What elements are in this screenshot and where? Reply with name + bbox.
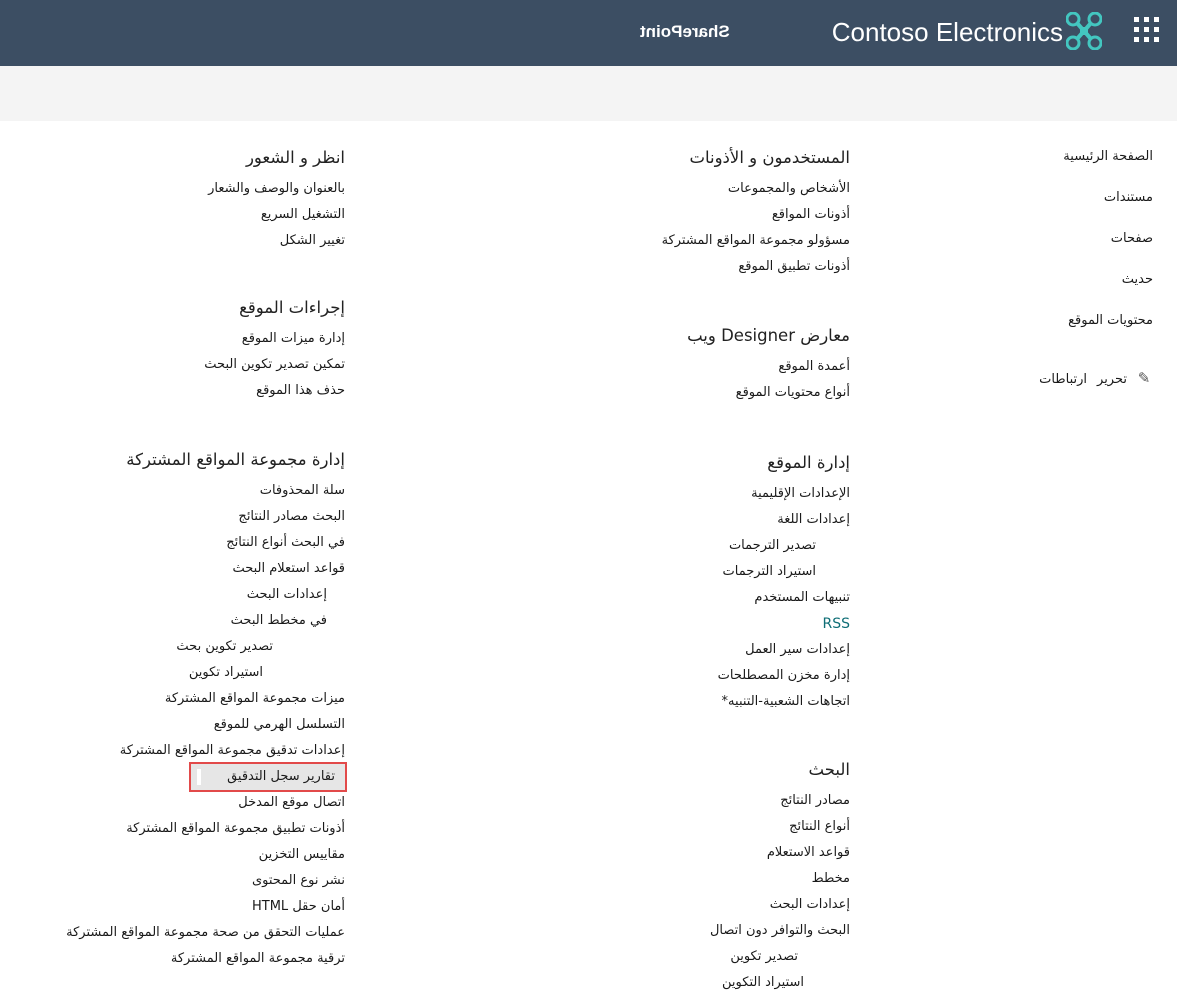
link-site-content-types[interactable]: أنواع محتويات الموقع	[410, 380, 850, 406]
links-label[interactable]: ارتباطات	[1039, 372, 1087, 387]
link-term-store[interactable]: إدارة مخزن المصطلحات	[410, 663, 850, 689]
link-popularity-trends[interactable]: اتجاهات الشعبية-التنبيه*	[410, 689, 850, 715]
link-health-checks[interactable]: عمليات التحقق من صحة مجموعة المواقع المش…	[25, 920, 345, 946]
link-title-description-logo[interactable]: بالعنوان والوصف والشعار	[25, 176, 345, 202]
section-title: إجراءات الموقع	[239, 298, 345, 317]
link-result-types[interactable]: أنواع النتائج	[410, 814, 850, 840]
link-rss[interactable]: RSS	[410, 611, 850, 637]
link-portal-connection[interactable]: اتصال موقع المدخل	[25, 790, 345, 816]
link-search-schema[interactable]: في مخطط البحث	[25, 608, 327, 634]
link-language-settings[interactable]: إعدادات اللغة	[410, 507, 850, 533]
link-query-rules[interactable]: قواعد الاستعلام	[410, 840, 850, 866]
nav-item-site-contents[interactable]: محتويات الموقع	[1003, 308, 1153, 349]
section-site-collection-admin: إدارة مجموعة المواقع المشتركة سلة المحذو…	[25, 448, 347, 972]
section-look-and-feel: انظر و الشعور بالعنوان والوصف والشعار ال…	[25, 146, 345, 296]
edit-label[interactable]: تحرير	[1097, 372, 1127, 387]
link-collection-features[interactable]: ميزات مجموعة المواقع المشتركة	[25, 686, 345, 712]
suite-header: Contoso Electronics SharePoint	[0, 0, 1177, 66]
link-content-type-publishing[interactable]: نشر نوع المحتوى	[25, 868, 345, 894]
link-search-settings[interactable]: إعدادات البحث	[410, 892, 850, 918]
link-workflow-settings[interactable]: إعدادات سير العمل	[410, 637, 850, 663]
link-search-result-types[interactable]: في البحث أنواع النتائج	[25, 530, 345, 556]
section-title: إدارة الموقع	[767, 453, 850, 472]
pencil-icon[interactable]: ✎	[1135, 369, 1153, 387]
link-import-translations[interactable]: استيراد الترجمات	[410, 559, 816, 585]
link-import-config[interactable]: استيراد التكوين	[410, 970, 804, 996]
link-delete-site[interactable]: حذف هذا الموقع	[25, 378, 345, 404]
link-site-columns[interactable]: أعمدة الموقع	[410, 354, 850, 380]
link-site-collection-admins[interactable]: مسؤولو مجموعة المواقع المشتركة	[410, 228, 850, 254]
sharepoint-label[interactable]: SharePoint	[640, 22, 730, 42]
link-export-translations[interactable]: تصدير الترجمات	[410, 533, 816, 559]
section-title: معارض Designer ويب	[687, 326, 850, 345]
nav-item-recent[interactable]: حديث	[1003, 267, 1153, 308]
section-users-permissions: المستخدمون و الأذونات الأشخاص والمجموعات…	[410, 146, 850, 324]
link-search-result-sources[interactable]: البحث مصادر النتائج	[25, 504, 345, 530]
link-collection-search-settings[interactable]: إعدادات البحث	[25, 582, 327, 608]
link-manage-site-features[interactable]: إدارة ميزات الموقع	[25, 326, 345, 352]
site-brand-title[interactable]: Contoso Electronics	[832, 17, 1063, 48]
link-audit-settings[interactable]: إعدادات تدقيق مجموعة المواقع المشتركة	[25, 738, 345, 764]
section-search: البحث مصادر النتائج أنواع النتائج قواعد …	[410, 758, 850, 996]
edit-links[interactable]: ✎ تحرير ارتباطات	[1029, 369, 1153, 387]
link-enable-search-export[interactable]: تمكين تصدير تكوين البحث	[25, 352, 345, 378]
link-quick-launch[interactable]: التشغيل السريع	[25, 202, 345, 228]
link-search-offline[interactable]: البحث والتوافر دون اتصال	[410, 918, 850, 944]
link-export-config[interactable]: تصدير تكوين	[410, 944, 798, 970]
quick-launch-nav: الصفحة الرئيسية مستندات صفحات حديث محتوي…	[1003, 144, 1153, 349]
link-result-sources[interactable]: مصادر النتائج	[410, 788, 850, 814]
link-people-groups[interactable]: الأشخاص والمجموعات	[410, 176, 850, 202]
command-bar	[0, 66, 1177, 121]
waffle-icon[interactable]	[1134, 17, 1160, 43]
settings-column-1: المستخدمون و الأذونات الأشخاص والمجموعات…	[410, 146, 850, 996]
nav-item-home[interactable]: الصفحة الرئيسية	[1003, 144, 1153, 185]
link-site-permissions[interactable]: أذونات المواقع	[410, 202, 850, 228]
section-site-actions: إجراءات الموقع إدارة ميزات الموقع تمكين …	[25, 296, 345, 448]
link-site-hierarchy[interactable]: التسلسل الهرمي للموقع	[25, 712, 345, 738]
link-site-app-permissions[interactable]: أذونات تطبيق الموقع	[410, 254, 850, 280]
section-title: المستخدمون و الأذونات	[689, 148, 850, 167]
settings-column-2: انظر و الشعور بالعنوان والوصف والشعار ال…	[25, 146, 347, 972]
link-html-field-security[interactable]: أمان حقل HTML	[25, 894, 345, 920]
link-change-look[interactable]: تغيير الشكل	[25, 228, 345, 254]
link-export-search-config[interactable]: تصدير تكوين بحث	[25, 634, 273, 660]
section-title: انظر و الشعور	[245, 148, 345, 167]
link-collection-app-permissions[interactable]: أذونات تطبيق مجموعة المواقع المشتركة	[25, 816, 345, 842]
link-audit-log-reports[interactable]: تقارير سجل التدقيق	[189, 762, 347, 792]
section-web-designer-galleries: معارض Designer ويب أعمدة الموقع أنواع مح…	[410, 324, 850, 451]
section-title: البحث	[808, 760, 850, 779]
link-user-alerts[interactable]: تنبيهات المستخدم	[410, 585, 850, 611]
nav-item-documents[interactable]: مستندات	[1003, 185, 1153, 226]
link-import-search-config[interactable]: استيراد تكوين	[25, 660, 263, 686]
nav-item-pages[interactable]: صفحات	[1003, 226, 1153, 267]
section-title: إدارة مجموعة المواقع المشتركة	[126, 450, 345, 469]
link-regional-settings[interactable]: الإعدادات الإقليمية	[410, 481, 850, 507]
drone-logo-icon[interactable]	[1066, 12, 1102, 50]
link-storage-metrics[interactable]: مقاييس التخزين	[25, 842, 345, 868]
link-recycle-bin[interactable]: سلة المحذوفات	[25, 478, 345, 504]
link-upgrade-collection[interactable]: ترقية مجموعة المواقع المشتركة	[25, 946, 345, 972]
link-search-query-rules[interactable]: قواعد استعلام البحث	[25, 556, 345, 582]
section-site-administration: إدارة الموقع الإعدادات الإقليمية إعدادات…	[410, 451, 850, 758]
link-schema[interactable]: مخطط	[410, 866, 850, 892]
